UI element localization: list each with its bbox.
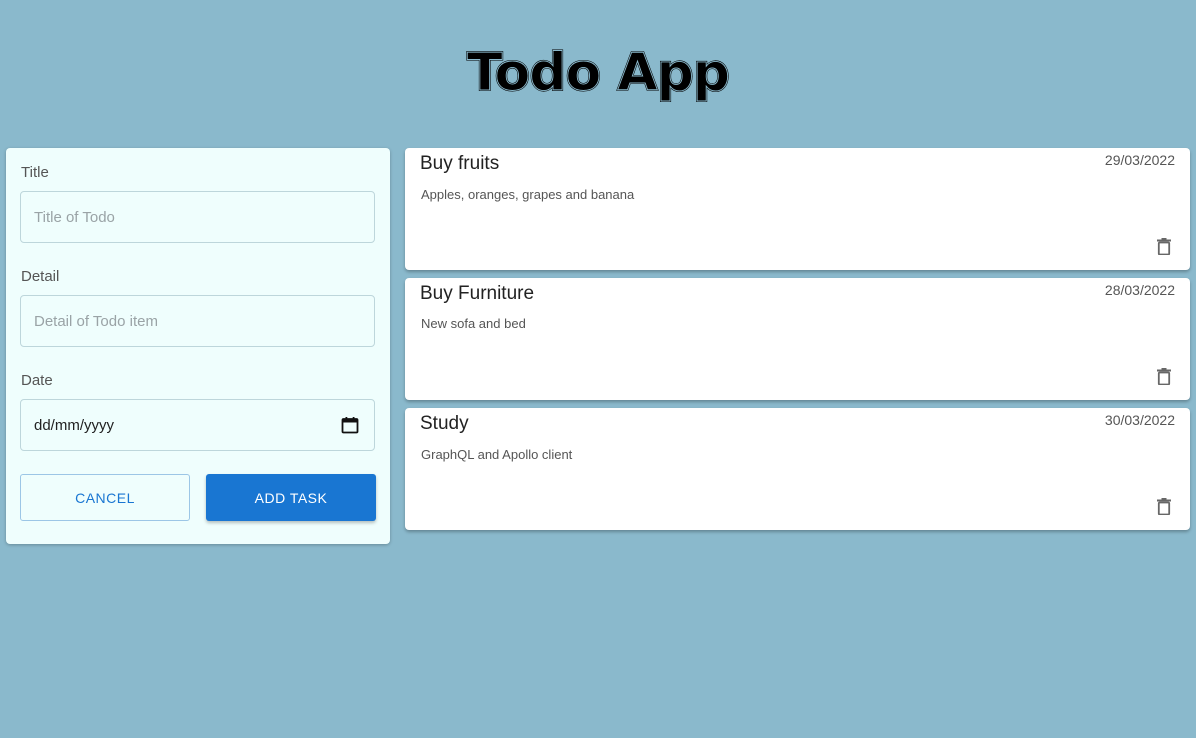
date-placeholder[interactable]: dd/mm/yyyy (21, 417, 341, 434)
todo-form: Title Detail Date dd/mm/yyyy CANCEL ADD … (6, 148, 390, 544)
delete-button[interactable] (1154, 496, 1174, 516)
todo-title: Buy Furniture (420, 283, 535, 304)
todo-date: 30/03/2022 (1104, 412, 1175, 428)
todo-title: Study (420, 413, 469, 434)
todo-date: 28/03/2022 (1104, 282, 1175, 298)
todo-detail: Apples, oranges, grapes and banana (421, 187, 635, 202)
delete-icon[interactable] (1157, 497, 1171, 515)
detail-input[interactable] (21, 312, 374, 330)
todo-detail: GraphQL and Apollo client (421, 447, 573, 462)
title-input[interactable] (21, 208, 374, 226)
calendar-icon[interactable] (341, 416, 359, 434)
delete-button[interactable] (1154, 236, 1174, 256)
todo-card: Buy fruits 29/03/2022 Apples, oranges, g… (405, 148, 1190, 270)
title-label: Title (21, 164, 49, 181)
todo-detail: New sofa and bed (421, 316, 526, 331)
app-title: Todo App Todo App (466, 42, 731, 102)
detail-label: Detail (21, 268, 60, 285)
todo-title: Buy fruits (420, 153, 500, 174)
todo-card: Buy Furniture 28/03/2022 New sofa and be… (405, 278, 1190, 400)
detail-field[interactable] (20, 295, 375, 347)
todo-date: 29/03/2022 (1104, 152, 1175, 168)
todo-card: Study 30/03/2022 GraphQL and Apollo clie… (405, 408, 1190, 530)
date-input[interactable]: dd/mm/yyyy (20, 399, 375, 451)
app-title-inline-stroke: Todo App (467, 43, 729, 102)
delete-icon[interactable] (1157, 367, 1171, 385)
delete-button[interactable] (1154, 366, 1174, 386)
title-field[interactable] (20, 191, 375, 243)
app-title-container: Todo App Todo App (0, 40, 1196, 102)
date-label: Date (21, 372, 53, 389)
delete-icon[interactable] (1157, 237, 1171, 255)
add-task-button[interactable]: ADD TASK (206, 474, 376, 521)
cancel-button[interactable]: CANCEL (20, 474, 190, 521)
